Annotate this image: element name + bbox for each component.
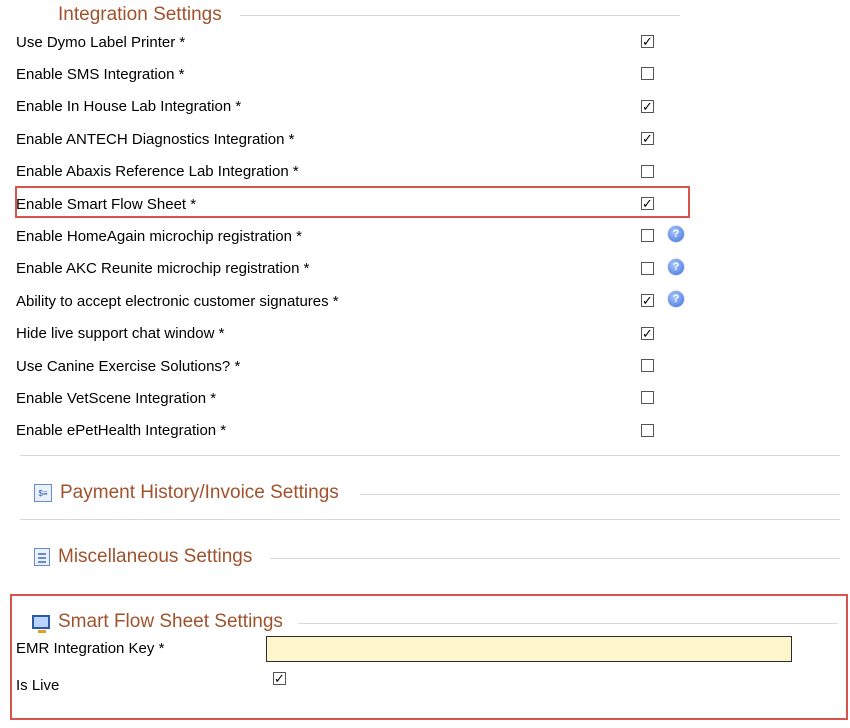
setting-label: Enable In House Lab Integration *: [16, 98, 242, 116]
integration-setting-row: Use Canine Exercise Solutions? *: [16, 351, 696, 381]
setting-label: Enable VetScene Integration *: [16, 389, 217, 407]
setting-checkbox[interactable]: [641, 261, 654, 275]
setting-checkbox[interactable]: [641, 391, 654, 405]
document-icon: [34, 548, 50, 566]
smart-flow-settings-title[interactable]: Smart Flow Sheet Settings: [32, 611, 283, 633]
section-divider: [270, 558, 840, 559]
integration-setting-row: Enable Abaxis Reference Lab Integration …: [16, 157, 696, 187]
integration-setting-row: Hide live support chat window * ✓: [16, 319, 696, 349]
settings-panel: Integration Settings Use Dymo Label Prin…: [0, 0, 850, 728]
setting-checkbox[interactable]: [641, 359, 654, 372]
section-divider: [240, 15, 680, 16]
misc-settings-title[interactable]: Miscellaneous Settings: [34, 546, 252, 568]
is-live-label: Is Live: [16, 677, 60, 694]
setting-checkbox[interactable]: ✓: [641, 98, 654, 114]
checkmark-icon: ✓: [274, 671, 285, 686]
smart-flow-sheet-highlight: [15, 186, 690, 218]
section-divider: [298, 623, 838, 624]
integration-setting-row: Enable VetScene Integration *: [16, 383, 696, 413]
setting-label: Use Dymo Label Printer *: [16, 33, 186, 51]
setting-label: Enable AKC Reunite microchip registratio…: [16, 260, 310, 278]
integration-setting-row: Enable AKC Reunite microchip registratio…: [16, 254, 696, 284]
checkmark-icon: ✓: [642, 293, 653, 309]
section-divider: [20, 519, 840, 520]
setting-checkbox[interactable]: ✓: [641, 325, 654, 341]
setting-checkbox[interactable]: ✓: [641, 293, 654, 309]
payment-settings-title[interactable]: $≡ Payment History/Invoice Settings: [34, 482, 339, 504]
setting-checkbox[interactable]: [641, 423, 654, 437]
help-icon[interactable]: ?: [668, 291, 684, 308]
setting-label: Enable HomeAgain microchip registration …: [16, 227, 302, 245]
checkmark-icon: ✓: [642, 34, 653, 49]
integration-setting-row: Use Dymo Label Printer * ✓: [16, 27, 696, 57]
integration-setting-row: Enable ANTECH Diagnostics Integration * ✓: [16, 124, 696, 154]
checkmark-icon: ✓: [642, 98, 653, 114]
setting-label: Hide live support chat window *: [16, 325, 225, 343]
setting-label: Enable SMS Integration *: [16, 65, 185, 83]
integration-setting-row: Enable SMS Integration *: [16, 59, 696, 89]
emr-key-label: EMR Integration Key *: [16, 640, 165, 657]
checkmark-icon: ✓: [642, 325, 653, 341]
monitor-icon: [32, 615, 50, 633]
setting-checkbox[interactable]: [641, 67, 654, 81]
section-divider: [20, 455, 840, 456]
checkmark-icon: ✓: [642, 131, 653, 147]
section-divider: [360, 494, 840, 495]
setting-label: Enable ePetHealth Integration *: [16, 422, 227, 440]
integration-setting-row: Ability to accept electronic customer si…: [16, 286, 696, 316]
emr-integration-key-input[interactable]: [266, 636, 792, 662]
setting-checkbox[interactable]: [641, 164, 654, 178]
setting-label: Enable Abaxis Reference Lab Integration …: [16, 163, 299, 181]
setting-label: Enable ANTECH Diagnostics Integration *: [16, 130, 295, 148]
payment-icon: $≡: [34, 484, 52, 502]
integration-settings-title[interactable]: Integration Settings: [58, 4, 222, 26]
setting-label: Ability to accept electronic customer si…: [16, 292, 339, 310]
is-live-checkbox[interactable]: ✓: [273, 672, 286, 685]
help-icon[interactable]: ?: [668, 258, 684, 275]
integration-setting-row: Enable In House Lab Integration * ✓: [16, 92, 696, 122]
integration-setting-row: Enable HomeAgain microchip registration …: [16, 221, 696, 251]
setting-checkbox[interactable]: ✓: [641, 131, 654, 147]
setting-checkbox[interactable]: [641, 229, 654, 243]
setting-checkbox[interactable]: ✓: [641, 35, 654, 48]
setting-label: Use Canine Exercise Solutions? *: [16, 357, 241, 375]
integration-setting-row: Enable ePetHealth Integration *: [16, 416, 696, 446]
help-icon[interactable]: ?: [668, 226, 684, 243]
